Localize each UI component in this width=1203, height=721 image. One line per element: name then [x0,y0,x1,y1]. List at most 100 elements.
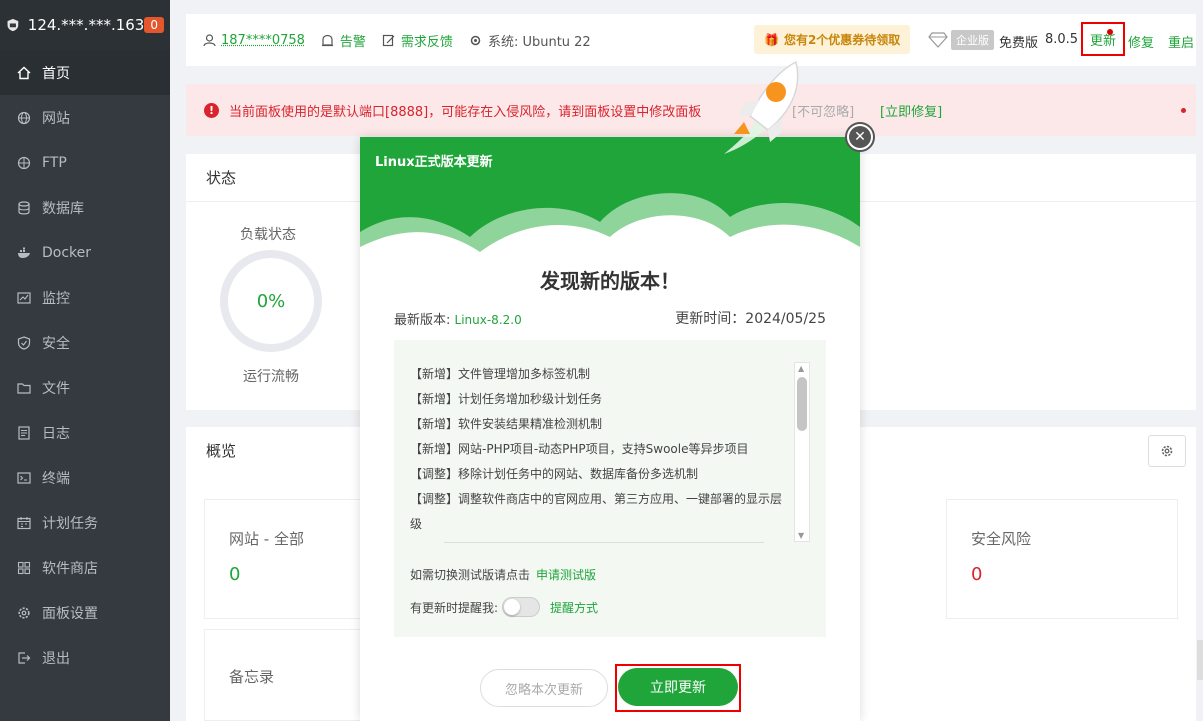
shield-icon [16,335,32,351]
free-edition-label: 免费版 [999,36,1039,51]
sidebar-item-10[interactable]: 计划任务 [0,500,170,545]
sidebar-item-label: 计划任务 [42,515,98,532]
changelog-item: 【新增】计划任务增加秒级计划任务 [410,392,603,406]
alarm-icon [321,33,335,47]
ignore-update-button[interactable]: 忽略本次更新 [480,669,608,707]
changelog-item: 【新增】软件安装结果精准检测机制 [410,417,603,431]
message-count-badge[interactable]: 0 [144,17,164,33]
coupon-text: 您有2个优惠券待领取 [783,33,901,47]
sidebar-item-13[interactable]: 退出 [0,635,170,680]
sidebar-item-8[interactable]: 日志 [0,410,170,455]
changelog-scrollbar[interactable]: ▲ ▼ [794,362,810,542]
update-dialog: Linux正式版本更新 发现新的版本！ 最新版本: Linux-8.2.0 更新… [360,137,860,721]
sidebar-item-9[interactable]: 终端 [0,455,170,500]
changelog-item: 【新增】文件管理增加多标签机制 [410,367,591,381]
remind-method-link[interactable]: 提醒方式 [550,599,598,616]
dialog-close-button[interactable]: ✕ [845,122,875,152]
alert-message: 当前面板使用的是默认端口[8888]，可能存在入侵风险，请到面板设置中修改面板 [229,104,702,120]
scroll-down-icon[interactable]: ▼ [798,531,804,540]
sidebar-item-label: 终端 [42,470,70,487]
alarm-link[interactable]: 告警 [321,31,366,50]
server-ip: 124.***.***.163 [27,16,145,34]
apply-trial-link[interactable]: 申请测试版 [536,568,596,582]
scroll-up-icon[interactable]: ▲ [798,364,804,373]
remind-toggle[interactable] [502,597,541,617]
user-phone[interactable]: 187****0758 [221,33,305,48]
dialog-title: Linux正式版本更新 [375,155,493,170]
fix-now-link[interactable]: [立即修复] [880,101,942,120]
changelog-box: 【新增】文件管理增加多标签机制 【新增】计划任务增加秒级计划任务 【新增】软件安装结… [394,340,826,637]
scroll-thumb[interactable] [797,377,807,431]
trial-text: 如需切换测试版请点击 [410,568,531,582]
latest-version-label: 最新版本: [394,313,455,328]
sidebar-item-label: 首页 [42,65,70,82]
remind-row: 有更新时提醒我: 提醒方式 [410,597,598,617]
toggle-knob [504,599,521,615]
logout-icon [16,650,32,666]
calendar-icon [16,515,32,531]
diamond-icon [928,32,948,48]
sidebar-item-0[interactable]: 首页 [0,50,170,95]
changelog-item: 级 [410,517,423,531]
gear-icon [1161,445,1173,457]
update-now-button[interactable]: 立即更新 [618,668,738,706]
changelog-list: 【新增】文件管理增加多标签机制 【新增】计划任务增加秒级计划任务 【新增】软件安装结… [410,362,792,537]
gear-icon [16,605,32,621]
docker-icon [16,245,32,261]
user-icon [202,33,216,47]
trial-row: 如需切换测试版请点击 申请测试版 [410,566,596,583]
memo-label: 备忘录 [229,668,275,686]
sidebar-item-2[interactable]: FTP [0,140,170,185]
restart-link[interactable]: 重启 [1168,32,1194,51]
risk-count: 0 [971,564,983,585]
bt-logo-icon [7,18,19,32]
sidebar-item-4[interactable]: Docker [0,230,170,275]
remind-text: 有更新时提醒我: [410,600,499,615]
sidebar-item-label: 文件 [42,380,70,397]
log-icon [16,425,32,441]
monitor-icon [16,290,32,306]
load-status: 运行流畅 [243,369,299,385]
page-scrollbar[interactable] [1197,640,1203,680]
sidebar-item-12[interactable]: 面板设置 [0,590,170,635]
ftp-icon [16,155,32,171]
coupon-banner[interactable]: 🎁 您有2个优惠券待领取 [754,25,911,54]
panel-version: 8.0.5 [1045,32,1079,47]
sidebar-item-label: Docker [42,244,92,261]
risk-card[interactable]: 安全风险 0 [946,499,1178,619]
found-version-title: 发现新的版本！ [540,269,680,293]
close-icon: ✕ [849,126,871,148]
changelog-item: 【新增】网站-PHP项目-动态PHP项目，支持Swoole等异步项目 [410,442,749,456]
database-icon [16,200,32,216]
sidebar-item-5[interactable]: 监控 [0,275,170,320]
repair-link[interactable]: 修复 [1128,32,1154,51]
globe-icon [16,110,32,126]
feedback-label: 需求反馈 [400,34,453,50]
home-icon [16,65,32,81]
folder-icon [16,380,32,396]
load-value: 0% [256,290,286,312]
sidebar-item-7[interactable]: 文件 [0,365,170,410]
website-count: 0 [229,564,241,585]
sidebar-item-label: 监控 [42,290,70,307]
feedback-link[interactable]: 需求反馈 [382,31,453,50]
sidebar-item-1[interactable]: 网站 [0,95,170,140]
update-link[interactable]: 更新 [1081,22,1125,56]
sidebar-item-11[interactable]: 软件商店 [0,545,170,590]
load-gauge[interactable]: 0% [220,250,322,352]
user-account[interactable]: 187****0758 [202,33,305,48]
sidebar-item-3[interactable]: 数据库 [0,185,170,230]
sidebar-header: 124.***.***.163 0 [0,0,170,50]
sidebar-item-6[interactable]: 安全 [0,320,170,365]
overview-settings-button[interactable] [1148,435,1186,467]
latest-version: 最新版本: Linux-8.2.0 [394,309,522,328]
rocket-icon [724,60,799,154]
terminal-icon [16,470,32,486]
sidebar-item-label: 网站 [42,110,70,127]
system-label: 系统: Ubuntu 22 [487,34,591,50]
alarm-label: 告警 [339,34,366,50]
apps-icon [16,560,32,576]
sidebar-item-label: 日志 [42,425,70,442]
enterprise-edition[interactable]: 企业版 [928,30,994,50]
update-time: 更新时间：2024/05/25 [675,311,826,327]
